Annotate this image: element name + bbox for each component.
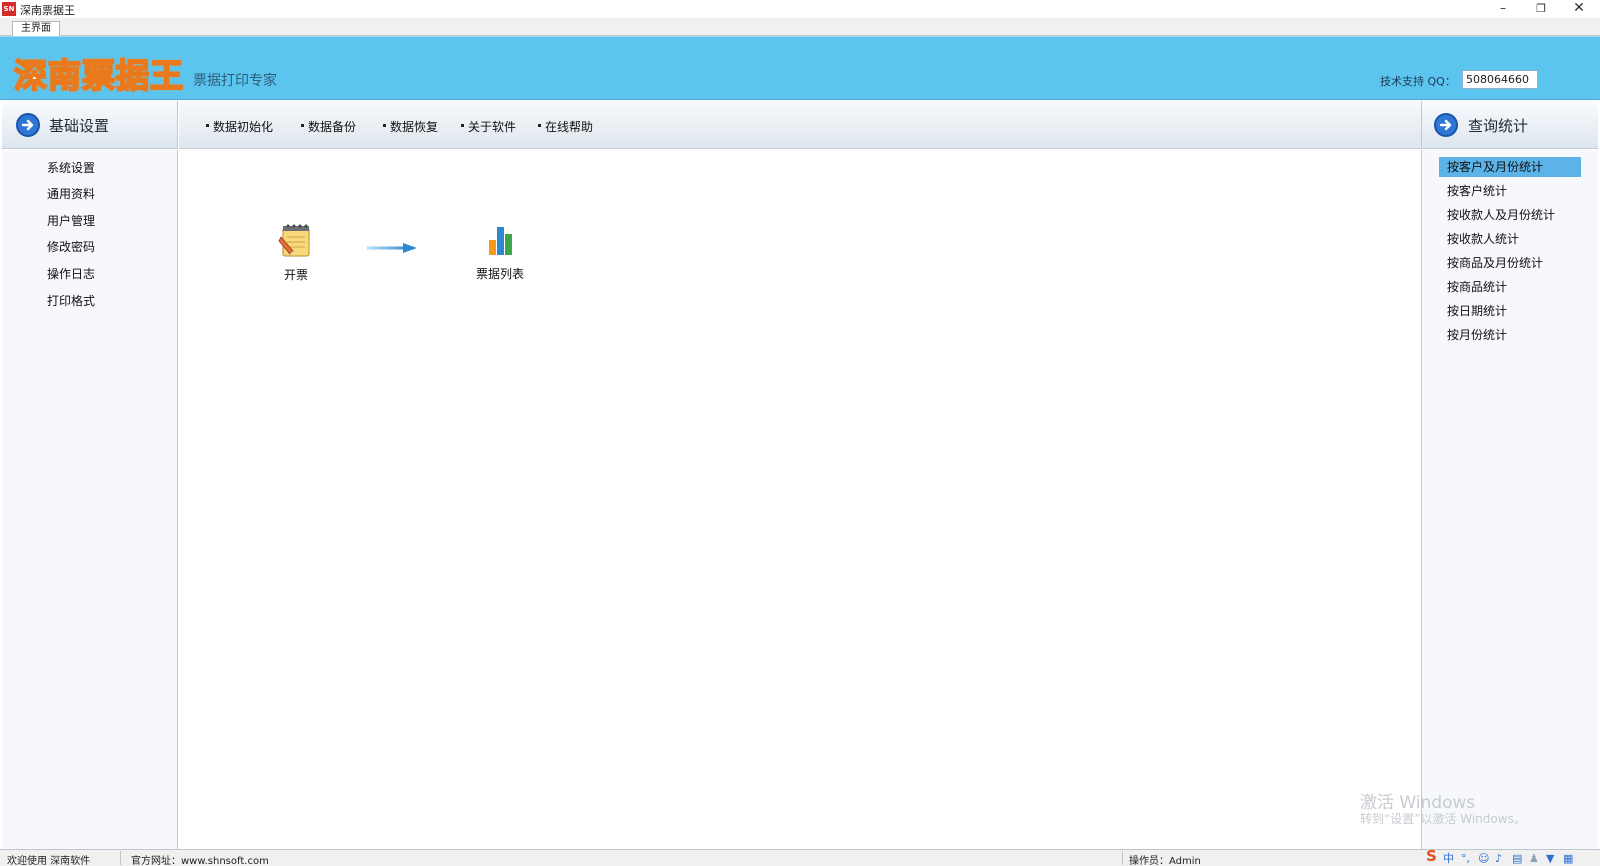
status-welcome: 欢迎使用 深南软件: [7, 856, 91, 866]
query-stats-title: 查询统计: [1468, 117, 1529, 135]
stats-by-date[interactable]: 按日期统计: [1439, 301, 1581, 321]
toolbar-online-help[interactable]: 在线帮助: [538, 118, 593, 135]
grid-icon[interactable]: ▦: [1563, 851, 1573, 866]
notepad-pencil-icon: [278, 224, 310, 257]
skin-icon[interactable]: ▼: [1546, 851, 1554, 866]
stats-by-customer-month[interactable]: 按客户及月份统计: [1439, 157, 1581, 177]
arrow-circle-icon: [1434, 113, 1458, 137]
toolbar-data-backup[interactable]: 数据备份: [301, 118, 356, 135]
toolbar-item-label: 关于软件: [468, 120, 517, 134]
app-logo: 深南票据王: [13, 55, 184, 96]
toolbar: 数据初始化 数据备份 数据恢复 关于软件 在线帮助: [179, 101, 1421, 149]
status-divider: [1122, 851, 1123, 865]
stats-by-product-month[interactable]: 按商品及月份统计: [1439, 253, 1581, 273]
stats-by-payee-month[interactable]: 按收款人及月份统计: [1439, 205, 1581, 225]
basic-settings-title: 基础设置: [49, 117, 110, 135]
microphone-icon[interactable]: ♪: [1495, 851, 1502, 866]
menu-common-data[interactable]: 通用资料: [47, 185, 95, 202]
activation-watermark-subtitle: 转到“设置”以激活 Windows。: [1360, 812, 1526, 826]
query-stats-header: 查询统计: [1421, 101, 1598, 149]
close-button[interactable]: ✕: [1560, 0, 1598, 18]
status-website: 官方网址：www.shnsoft.com: [131, 856, 269, 866]
status-bar: 欢迎使用 深南软件 官方网址：www.shnsoft.com 操作员：Admin…: [0, 849, 1600, 866]
menu-user-management[interactable]: 用户管理: [47, 212, 95, 229]
bullet-icon: [538, 124, 541, 127]
sogou-ime-icon[interactable]: S: [1426, 849, 1437, 864]
toolbar-data-restore[interactable]: 数据恢复: [383, 118, 438, 135]
arrow-circle-icon: [16, 113, 40, 137]
status-divider: [120, 851, 121, 865]
arrow-right-icon: [367, 243, 417, 253]
bar-chart-icon: [489, 227, 512, 255]
toolbar-item-label: 数据初始化: [213, 120, 274, 134]
main-workspace: 开票 票据列表: [179, 150, 1421, 849]
restore-button[interactable]: ❐: [1522, 0, 1560, 18]
status-operator: 操作员：Admin: [1129, 856, 1201, 866]
stats-by-payee[interactable]: 按收款人统计: [1439, 229, 1581, 249]
stats-by-product[interactable]: 按商品统计: [1439, 277, 1581, 297]
ime-language-toggle[interactable]: 中: [1443, 851, 1454, 866]
stats-by-month[interactable]: 按月份统计: [1439, 325, 1581, 345]
tab-strip: 主界面: [0, 18, 1600, 36]
keyboard-icon[interactable]: ▤: [1512, 851, 1522, 866]
toolbar-item-label: 数据备份: [308, 120, 357, 134]
ticket-list-button[interactable]: 票据列表: [465, 222, 535, 282]
emoji-icon[interactable]: ☺: [1478, 851, 1489, 866]
bullet-icon: [301, 124, 304, 127]
menu-operation-log[interactable]: 操作日志: [47, 265, 95, 282]
title-bar: SN 深南票据王 – ❐ ✕: [0, 0, 1600, 18]
user-icon[interactable]: ♟: [1529, 851, 1539, 866]
ticket-list-label: 票据列表: [475, 267, 524, 281]
bullet-icon: [206, 124, 209, 127]
menu-change-password[interactable]: 修改密码: [47, 238, 95, 255]
toolbar-item-label: 在线帮助: [545, 120, 594, 134]
toolbar-about[interactable]: 关于软件: [461, 118, 516, 135]
app-slogan: 票据打印专家: [193, 73, 277, 89]
support-qq-field[interactable]: [1462, 70, 1538, 89]
window-title: 深南票据王: [20, 4, 75, 17]
bullet-icon: [461, 124, 464, 127]
basic-settings-menu: 系统设置 通用资料 用户管理 修改密码 操作日志 打印格式: [2, 150, 178, 849]
basic-settings-header: 基础设置: [2, 101, 178, 149]
toolbar-data-init[interactable]: 数据初始化: [206, 118, 273, 135]
support-qq-label: 技术支持 QQ：: [1380, 75, 1456, 88]
header-banner: 深南票据王 票据打印专家 技术支持 QQ：: [0, 36, 1600, 100]
stats-by-customer[interactable]: 按客户统计: [1439, 181, 1581, 201]
issue-ticket-button[interactable]: 开票: [268, 223, 324, 283]
toolbar-item-label: 数据恢复: [390, 120, 439, 134]
punctuation-icon[interactable]: °,: [1461, 851, 1470, 866]
app-icon: SN: [2, 2, 16, 16]
bullet-icon: [383, 124, 386, 127]
menu-system-settings[interactable]: 系统设置: [47, 159, 95, 176]
tab-main[interactable]: 主界面: [12, 21, 60, 36]
issue-ticket-label: 开票: [283, 268, 308, 282]
minimize-button[interactable]: –: [1484, 0, 1522, 18]
query-stats-menu: 按客户及月份统计 按客户统计 按收款人及月份统计 按收款人统计 按商品及月份统计…: [1421, 150, 1598, 849]
menu-print-format[interactable]: 打印格式: [47, 292, 95, 309]
